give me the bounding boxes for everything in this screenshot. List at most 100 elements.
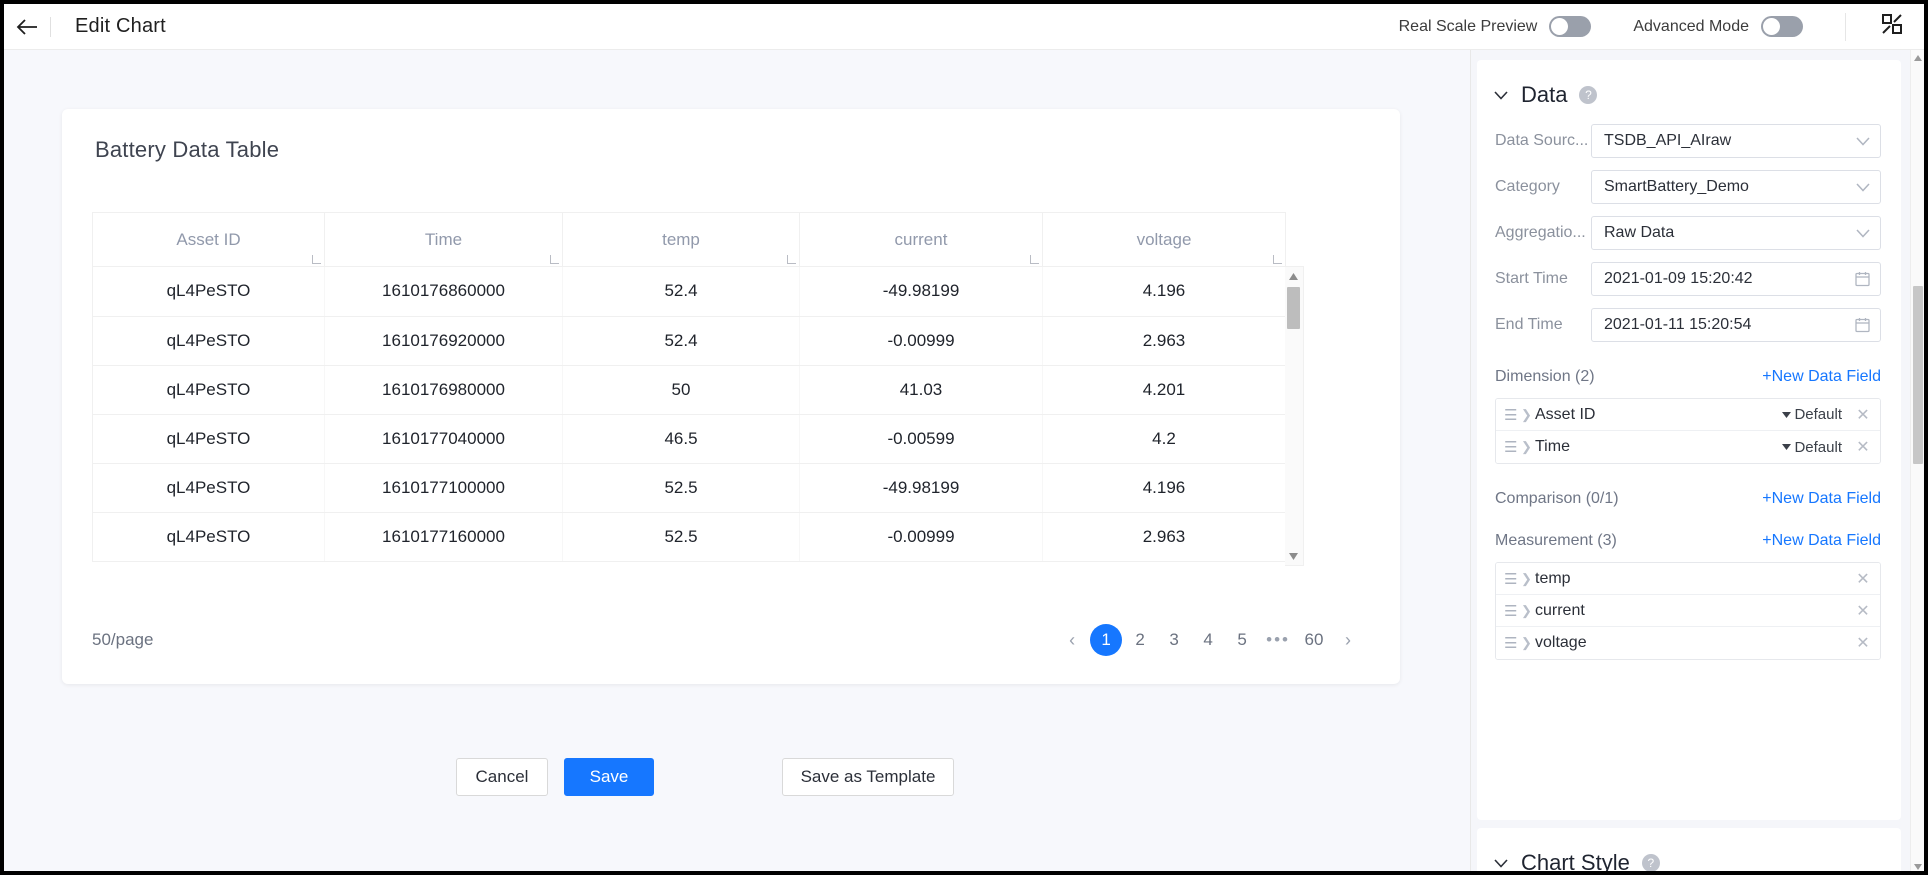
category-select[interactable]: SmartBattery_Demo [1591,170,1881,204]
scroll-up-arrow-icon[interactable] [1911,51,1924,65]
chevron-right-icon[interactable]: ❯ [1521,439,1535,455]
remove-measurement-icon[interactable]: ✕ [1856,569,1870,589]
scroll-down-arrow-icon[interactable] [1285,548,1302,564]
aggregation-select[interactable]: Raw Data [1591,216,1881,250]
dimension-sort-select[interactable]: Default [1782,406,1842,423]
real-scale-preview-toggle[interactable] [1549,16,1592,37]
cell-time: 1610177100000 [324,463,563,513]
help-icon[interactable]: ? [1579,86,1598,104]
page-title: Edit Chart [75,15,166,37]
comparison-label: Comparison (0/1) [1495,490,1619,507]
pagination-page-4[interactable]: 4 [1192,624,1224,656]
chart-card: Battery Data Table Asset ID Time temp cu… [62,109,1400,684]
cell-time: 1610177040000 [324,414,563,464]
scroll-up-arrow-icon[interactable] [1285,268,1302,284]
end-time-value: 2021-01-11 15:20:54 [1604,316,1752,333]
table-row[interactable]: qL4PeSTO 1610177100000 52.5 -49.98199 4.… [92,463,1285,513]
caret-down-icon [1782,444,1792,450]
table-vertical-scrollbar[interactable] [1285,266,1304,566]
cell-current: -49.98199 [799,463,1043,513]
fullscreen-button[interactable] [1870,4,1914,50]
table-row[interactable]: qL4PeSTO 1610176920000 52.4 -0.00999 2.9… [92,316,1285,366]
measurement-item-temp[interactable]: ☰ ❯ temp ✕ [1496,563,1880,595]
cell-temp: 52.5 [562,512,800,562]
column-header-voltage[interactable]: voltage [1042,212,1286,267]
help-icon[interactable]: ? [1641,854,1660,871]
scroll-down-arrow-icon[interactable] [1911,860,1924,871]
save-button[interactable]: Save [564,758,654,796]
back-button[interactable] [4,4,50,50]
pagination-page-1[interactable]: 1 [1090,624,1123,656]
remove-dimension-icon[interactable]: ✕ [1856,437,1870,457]
table-row[interactable]: qL4PeSTO 1610177160000 52.5 -0.00999 2.9… [92,512,1285,562]
chevron-down-icon[interactable] [1493,90,1509,100]
scrollbar-thumb[interactable] [1913,286,1923,464]
dimension-sort-select[interactable]: Default [1782,439,1842,456]
comparison-new-data-field-button[interactable]: +New Data Field [1762,490,1881,508]
pagination-prev-button[interactable]: ‹ [1056,624,1088,656]
pagination-next-button[interactable]: › [1332,624,1364,656]
remove-dimension-icon[interactable]: ✕ [1856,405,1870,425]
scrollbar-thumb[interactable] [1287,287,1300,329]
chevron-down-icon[interactable] [1493,858,1509,868]
toolbar-right-group: Real Scale Preview Advanced Mode [1399,4,1924,50]
pagination-page-5[interactable]: 5 [1226,624,1258,656]
drag-handle-icon[interactable]: ☰ [1504,570,1521,588]
measurement-item-voltage[interactable]: ☰ ❯ voltage ✕ [1496,627,1880,659]
column-header-temp[interactable]: temp [562,212,800,267]
dimension-new-data-field-button[interactable]: +New Data Field [1762,368,1881,386]
dimension-sort-value: Default [1794,406,1842,423]
cell-asset-id: qL4PeSTO [92,365,325,415]
dimension-item-asset-id[interactable]: ☰ ❯ Asset ID Default ✕ [1496,399,1880,431]
start-time-value: 2021-01-09 15:20:42 [1604,270,1753,287]
table-row[interactable]: qL4PeSTO 1610176860000 52.4 -49.98199 4.… [92,267,1285,317]
chevron-right-icon[interactable]: ❯ [1521,571,1535,587]
column-resize-handle[interactable] [1273,255,1282,264]
chevron-right-icon[interactable]: ❯ [1521,603,1535,619]
column-resize-handle[interactable] [787,255,796,264]
toolbar-divider [50,16,51,37]
chevron-right-icon[interactable]: ❯ [1521,407,1535,423]
real-scale-preview-label: Real Scale Preview [1398,17,1538,35]
table-row[interactable]: qL4PeSTO 1610177040000 46.5 -0.00599 4.2 [92,414,1285,464]
chevron-right-icon[interactable]: ❯ [1521,635,1535,651]
column-header-current[interactable]: current [799,212,1043,267]
pagination-page-2[interactable]: 2 [1124,624,1156,656]
advanced-mode-toggle[interactable] [1761,16,1803,37]
data-source-row: Data Sourc... TSDB_API_AIraw [1495,124,1881,158]
fullscreen-icon [1880,12,1904,41]
column-resize-handle[interactable] [550,255,559,264]
cancel-button[interactable]: Cancel [456,758,548,796]
pagination-ellipsis[interactable]: ••• [1260,624,1296,656]
save-as-template-button[interactable]: Save as Template [782,758,954,796]
cell-time: 1610176980000 [324,365,563,415]
column-resize-handle[interactable] [312,255,321,264]
drag-handle-icon[interactable]: ☰ [1504,602,1521,620]
pagination-last-page[interactable]: 60 [1298,624,1330,656]
remove-measurement-icon[interactable]: ✕ [1856,633,1870,653]
aggregation-value: Raw Data [1604,224,1675,241]
column-resize-handle[interactable] [1030,255,1039,264]
cell-asset-id: qL4PeSTO [92,512,325,562]
column-header-asset-id[interactable]: Asset ID [92,212,325,267]
measurement-new-data-field-button[interactable]: +New Data Field [1762,532,1881,550]
toolbar-divider [1845,12,1846,41]
chart-style-section-header[interactable]: Chart Style ? [1477,828,1901,871]
chart-preview-canvas: Battery Data Table Asset ID Time temp cu… [4,50,1470,871]
start-time-input[interactable]: 2021-01-09 15:20:42 [1591,262,1881,296]
drag-handle-icon[interactable]: ☰ [1504,634,1521,652]
drag-handle-icon[interactable]: ☰ [1504,438,1521,456]
start-time-row: Start Time 2021-01-09 15:20:42 [1495,262,1881,296]
end-time-input[interactable]: 2021-01-11 15:20:54 [1591,308,1881,342]
drag-handle-icon[interactable]: ☰ [1504,406,1521,424]
column-header-time[interactable]: Time [324,212,563,267]
data-section-header[interactable]: Data ? [1477,60,1901,108]
dimension-item-time[interactable]: ☰ ❯ Time Default ✕ [1496,431,1880,463]
data-source-select[interactable]: TSDB_API_AIraw [1591,124,1881,158]
page-size-selector[interactable]: 50/page [92,630,153,650]
pagination-page-3[interactable]: 3 [1158,624,1190,656]
measurement-item-current[interactable]: ☰ ❯ current ✕ [1496,595,1880,627]
panel-vertical-scrollbar[interactable] [1910,50,1924,871]
table-row[interactable]: qL4PeSTO 1610176980000 50 41.03 4.201 [92,365,1285,415]
remove-measurement-icon[interactable]: ✕ [1856,601,1870,621]
